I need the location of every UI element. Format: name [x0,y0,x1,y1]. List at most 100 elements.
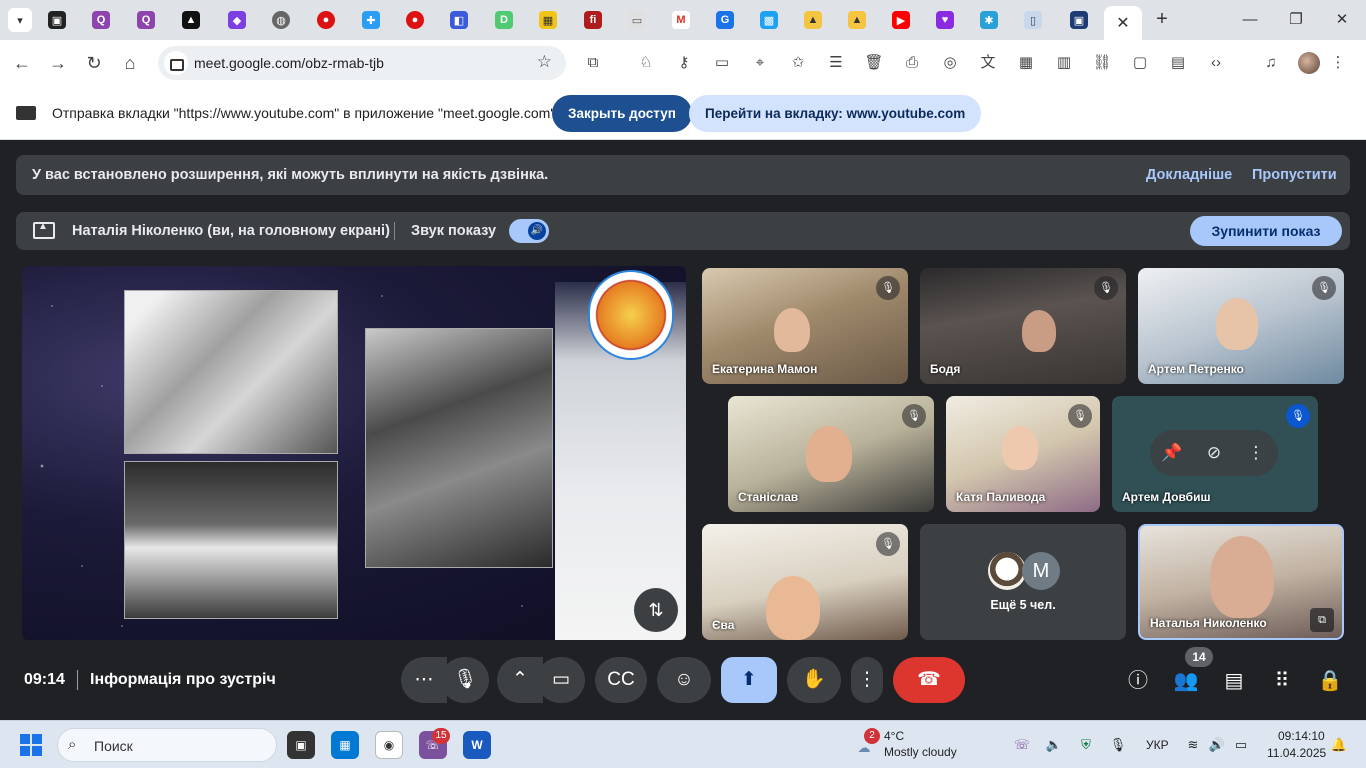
tab-favicon[interactable]: ◍ [272,11,290,29]
minimize-icon[interactable]: — [1230,8,1270,32]
tab-favicon[interactable]: ✚ [362,11,380,29]
tab-favicon[interactable]: ▣ [1070,11,1088,29]
tab-favicon[interactable]: ● [406,11,424,29]
more-participants-tile[interactable]: M Ещё 5 чел. [920,524,1126,640]
tab-favicon[interactable]: ▲ [804,11,822,29]
address-bar[interactable]: meet.google.com/obz-rmab-tjb ☆ [158,46,566,80]
window-close-icon[interactable]: ✕ [1322,8,1362,32]
star-list-icon[interactable]: ✩ [788,53,808,73]
input-language[interactable]: УКР [1146,738,1169,752]
media-control-icon[interactable]: ♫ [1261,53,1281,73]
clock-time[interactable]: 09:14:10 [1278,729,1325,743]
microphone-tray-icon[interactable]: 🎙 [1109,736,1127,754]
profile-avatar[interactable] [1298,52,1320,74]
camera-button[interactable]: ▭ [537,657,585,703]
reading-list-icon[interactable]: ☰ [826,53,846,73]
location-icon[interactable]: ⌖ [750,53,770,73]
bookmark-star-icon[interactable]: ☆ [537,52,552,72]
chrome-menu-icon[interactable]: ⋮ [1328,53,1348,73]
host-controls-icon[interactable]: 🔒 [1316,667,1344,695]
presentation-view[interactable]: ⇅ [22,266,686,640]
share-sound-toggle[interactable]: 🔊 [509,219,549,243]
link-icon[interactable]: ⛓ [1092,53,1112,73]
store-icon[interactable]: ▦ [331,731,359,759]
translate-icon[interactable]: 文 [978,53,998,73]
participant-tile[interactable]: 🎙 Бодя [920,268,1126,384]
reader-mode-icon[interactable]: ▥ [1054,53,1074,73]
key-icon[interactable]: ⚷ [674,53,694,73]
extensions-icon[interactable]: ⧉ [583,53,603,73]
pin-icon[interactable]: 📌 [1160,441,1184,465]
captions-button[interactable]: CC [595,657,647,703]
tab-favicon[interactable]: ✱ [980,11,998,29]
cloud-icon[interactable]: ☁ [855,739,873,757]
tab-close-icon[interactable]: ✕ [1116,13,1129,33]
code-icon[interactable]: ‹› [1206,53,1226,73]
new-tab-button[interactable]: + [1150,8,1174,32]
active-tab[interactable]: ✕ [1104,6,1142,40]
tab-favicon[interactable]: ▲ [182,11,200,29]
weather-description[interactable]: Mostly cloudy [884,745,957,759]
tab-favicon[interactable]: ◧ [450,11,468,29]
tab-favicon[interactable]: ▭ [628,11,646,29]
task-view-icon[interactable]: ▣ [287,731,315,759]
participant-tile[interactable]: 🎙 Катя Паливода [946,396,1100,512]
volume-mixer-icon[interactable]: 🔈 [1045,736,1063,754]
forward-icon[interactable]: → [45,50,71,76]
security-icon[interactable]: ⛨ [1077,736,1095,754]
tab-favicon[interactable]: ▯ [1024,11,1042,29]
self-view-tile[interactable]: Наталья Николенко ⧉ [1138,524,1344,640]
chat-icon[interactable]: ▤ [1220,667,1248,695]
taskbar-search[interactable]: ⌕ Поиск [57,728,277,762]
chrome-icon[interactable]: ◉ [375,731,403,759]
tab-favicon[interactable]: ▲ [848,11,866,29]
leave-call-button[interactable]: ☎ [893,657,965,703]
tab-favicon[interactable]: ◆ [228,11,246,29]
tab-favicon[interactable]: M [672,11,690,29]
speaker-icon[interactable]: 🔊 [1208,736,1226,754]
present-now-button[interactable]: ⬆ [721,657,777,703]
tab-favicon[interactable]: Q [92,11,110,29]
participant-tile[interactable]: 🎙 📌 ⊘ ⋮ Артем Довбиш [1112,396,1318,512]
emoji-reactions-button[interactable]: ☺ [657,657,711,703]
site-info-icon[interactable] [164,51,188,75]
swap-layout-icon[interactable]: ⇅ [634,588,678,632]
more-options-button[interactable]: ⋮ [851,657,883,703]
wifi-icon[interactable]: ≋ [1184,736,1202,754]
start-button[interactable] [20,734,42,756]
learn-more-link[interactable]: Докладніше [1146,167,1232,183]
tab-favicon[interactable]: ▩ [760,11,778,29]
stop-sharing-button[interactable]: Закрыть доступ [552,95,692,132]
tab-favicon[interactable]: fi [584,11,602,29]
more-options-icon[interactable]: ⋮ [1244,441,1268,465]
trash-icon[interactable]: 🗑 [864,53,884,73]
back-icon[interactable]: ← [9,50,35,76]
participant-tile[interactable]: 🎙 Станіслав [728,396,934,512]
stop-presenting-button[interactable]: Зупинити показ [1190,216,1342,246]
home-icon[interactable]: ⌂ [117,50,143,76]
url-text[interactable]: meet.google.com/obz-rmab-tjb [194,55,384,71]
tab-favicon[interactable]: D [495,11,513,29]
participant-tile[interactable]: 🎙 Екатерина Мамон [702,268,908,384]
maximize-icon[interactable]: ❐ [1276,8,1316,32]
viber-tray-icon[interactable]: ☏ [1013,736,1031,754]
mute-participant-icon[interactable]: ⊘ [1202,441,1226,465]
tab-favicon[interactable]: Q [137,11,155,29]
tab-grid-icon[interactable]: ▤ [1168,53,1188,73]
word-icon[interactable]: W [463,731,491,759]
info-icon[interactable]: ⓘ [1124,667,1152,695]
extension-icon[interactable]: ♘ [636,53,656,73]
picture-in-picture-icon[interactable]: ⧉ [1310,608,1334,632]
reload-icon[interactable]: ↻ [81,50,107,76]
tab-favicon[interactable]: ▣ [48,11,66,29]
tab-favicon[interactable]: ● [317,11,335,29]
meeting-info-label[interactable]: Інформація про зустріч [90,671,276,689]
cast-icon[interactable]: ▢ [1130,53,1150,73]
tab-search-menu-icon[interactable]: ▾ [8,8,32,32]
print-icon[interactable]: ⎙ [902,53,922,73]
tab-favicon[interactable]: G [716,11,734,29]
notifications-bell-icon[interactable]: 🔔 [1330,736,1348,754]
tab-favicon[interactable]: ▶ [892,11,910,29]
card-icon[interactable]: ▭ [712,53,732,73]
go-to-tab-button[interactable]: Перейти на вкладку: www.youtube.com [689,95,982,132]
